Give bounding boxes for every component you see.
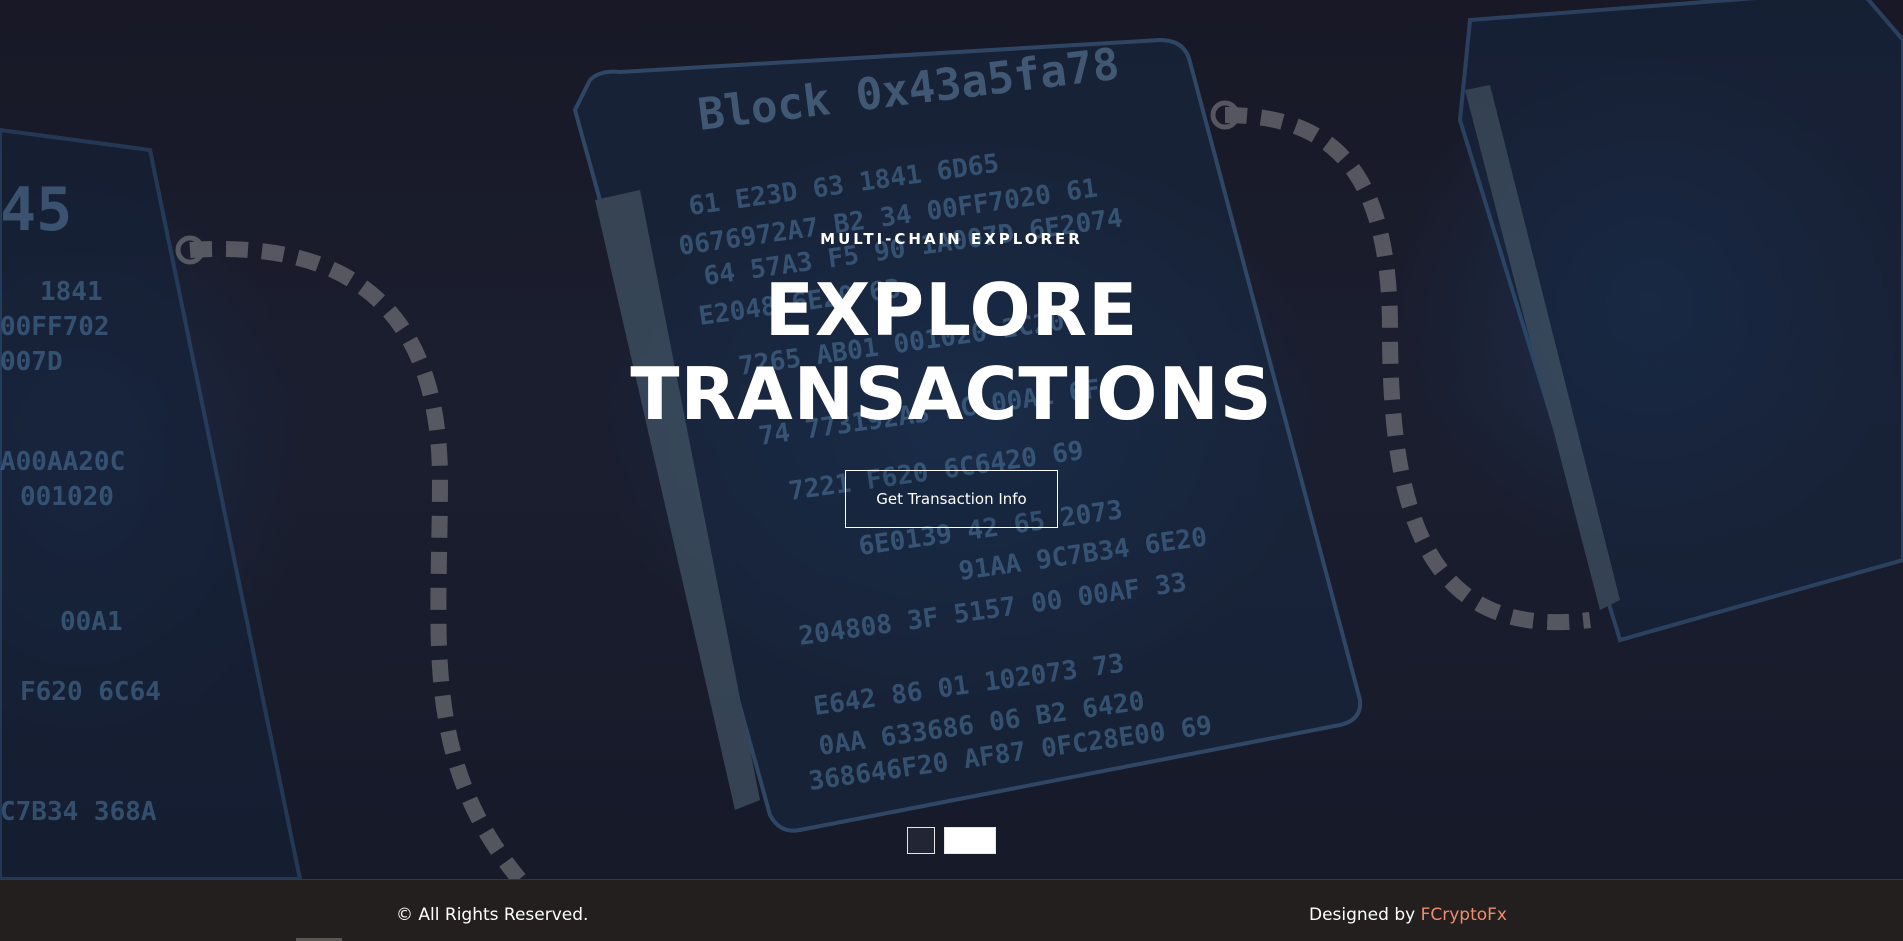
- hero-banner: Block 0x43a5fa78 61 E23D 63 1841 6D65 06…: [0, 0, 1903, 879]
- hero-eyebrow: MULTI-CHAIN EXPLORER: [820, 230, 1083, 248]
- hero-headline-line-1: EXPLORE: [764, 268, 1139, 352]
- hero-headline: EXPLORE TRANSACTIONS: [0, 268, 1903, 436]
- slider-indicators: [0, 827, 1903, 854]
- hero-content: MULTI-CHAIN EXPLORER EXPLORE TRANSACTION…: [0, 0, 1903, 879]
- slide-indicator-1[interactable]: [907, 827, 935, 854]
- get-transaction-info-button[interactable]: Get Transaction Info: [845, 470, 1058, 528]
- hero-headline-line-2: TRANSACTIONS: [630, 352, 1273, 436]
- copyright-text: © All Rights Reserved.: [396, 905, 589, 925]
- designer-link[interactable]: FCryptoFx: [1421, 905, 1507, 925]
- designer-credit: Designed by FCryptoFx: [1309, 905, 1507, 925]
- slide-indicator-2-active[interactable]: [944, 827, 996, 854]
- site-footer: © All Rights Reserved. Designed by FCryp…: [0, 879, 1903, 941]
- credit-prefix: Designed by: [1308, 905, 1421, 925]
